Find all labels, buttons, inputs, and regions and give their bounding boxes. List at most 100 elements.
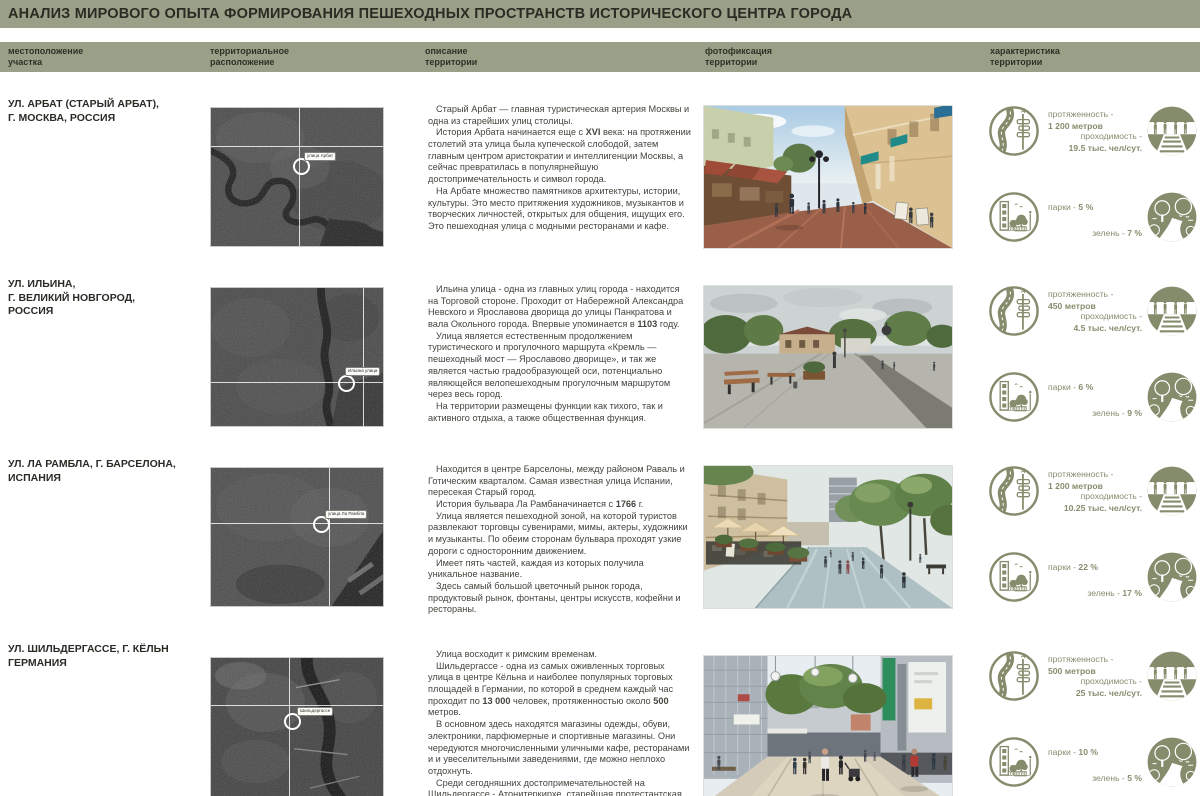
map-image: Ильина улица	[210, 287, 384, 427]
street-photo-rambla	[704, 466, 952, 608]
photo-image	[703, 465, 953, 609]
metric-label: протяженность -	[1048, 109, 1114, 119]
column-header-bar: местоположение участка территориальное р…	[0, 42, 1200, 72]
map-grid-line	[211, 705, 383, 706]
parks-metric: парки - 5 %	[1048, 202, 1158, 214]
green-icon	[1146, 736, 1198, 788]
traffic-metric: проходимость -10.25 тыс. чел/сут.	[1006, 491, 1142, 514]
metric-value: 6 %	[1078, 382, 1094, 392]
description-text: Ильина улица - одна из главных улиц горо…	[428, 284, 684, 423]
crosswalk-icon	[1146, 465, 1198, 517]
title-bar: АНАЛИЗ МИРОВОГО ОПЫТА ФОРМИРОВАНИЯ ПЕШЕХ…	[0, 0, 1200, 28]
metric-value: 25 тыс. чел/сут.	[1075, 687, 1142, 698]
map-label: Ильина улица	[345, 367, 381, 376]
column-header-description: описание территории	[425, 46, 478, 68]
row-title: УЛ. ЛА РАМБЛА, Г. БАРСЕЛОНА, ИСПАНИЯ	[8, 458, 176, 484]
map-grid-line	[329, 468, 330, 606]
metric-label: парки -	[1048, 382, 1079, 392]
metric-label: парки -	[1048, 747, 1079, 757]
crosswalk-icon	[1146, 285, 1198, 337]
column-header-territorial: территориальное расположение	[210, 46, 289, 68]
satellite-map-moscow	[211, 108, 383, 246]
length-metric: протяженность -1 200 метров	[1048, 469, 1148, 492]
metric-label: проходимость -	[1080, 131, 1142, 141]
metric-label: парки -	[1048, 562, 1079, 572]
description-text: Старый Арбат — главная туристическая арт…	[428, 104, 691, 231]
metric-value: 5 %	[1078, 202, 1094, 212]
map-marker	[338, 375, 355, 392]
description-text: Находится в центре Барселоны, между райо…	[428, 464, 688, 615]
crosswalk-icon	[1146, 105, 1198, 157]
metric-value: 22 %	[1078, 562, 1099, 572]
row-schildergasse: УЛ. ШИЛЬДЕРГАССЕ, Г. КЁЛЬН ГЕРМАНИЯ Шиль…	[0, 640, 1200, 796]
metric-label: проходимость -	[1080, 311, 1142, 321]
street-photo-ilyina	[704, 286, 952, 428]
map-label: Шильдергассе	[297, 707, 334, 716]
green-metric: зелень - 9 %	[1006, 408, 1142, 420]
map-image: улица Ла Рамбла	[210, 467, 384, 607]
metric-label: протяженность -	[1048, 469, 1114, 479]
metric-value: 7 %	[1127, 228, 1142, 238]
metric-label: парки -	[1048, 202, 1079, 212]
satellite-map-novgorod	[211, 288, 383, 426]
parks-metric: парки - 10 %	[1048, 747, 1158, 759]
green-icon	[1146, 191, 1198, 243]
traffic-metric: проходимость -4.5 тыс. чел/сут.	[1006, 311, 1142, 334]
map-label: улица Арбат	[304, 152, 337, 161]
metric-value: 17 %	[1122, 588, 1142, 598]
green-metric: зелень - 17 %	[1006, 588, 1142, 600]
map-grid-line	[299, 108, 300, 246]
street-photo-arbat	[704, 106, 952, 248]
row-ilyina: УЛ. ИЛЬИНА, Г. ВЕЛИКИЙ НОВГОРОД, РОССИЯ …	[0, 275, 1200, 455]
column-header-location: местоположение участка	[8, 46, 84, 68]
metric-value: 9 %	[1127, 408, 1142, 418]
length-metric: протяженность -450 метров	[1048, 289, 1148, 312]
photo-image	[703, 105, 953, 249]
metric-label: зелень -	[1087, 588, 1123, 598]
photo-image	[703, 285, 953, 429]
traffic-metric: проходимость -19.5 тыс. чел/сут.	[1006, 131, 1142, 154]
column-header-photo: фотофиксация территории	[705, 46, 773, 68]
parks-metric: парки - 22 %	[1048, 562, 1158, 574]
metric-value: 5 %	[1127, 773, 1142, 783]
row-rambla: УЛ. ЛА РАМБЛА, Г. БАРСЕЛОНА, ИСПАНИЯ ули…	[0, 455, 1200, 635]
metric-label: зелень -	[1092, 773, 1128, 783]
map-image: Шильдергассе	[210, 657, 384, 796]
metric-label: протяженность -	[1048, 654, 1114, 664]
length-metric: протяженность -500 метров	[1048, 654, 1148, 677]
map-grid-line	[211, 523, 383, 524]
traffic-metric: проходимость -25 тыс. чел/сут.	[1006, 676, 1142, 699]
column-header-characteristics: характеристика территории	[990, 46, 1060, 68]
green-metric: зелень - 5 %	[1006, 773, 1142, 785]
metric-label: проходимость -	[1080, 491, 1142, 501]
metric-value: 10.25 тыс. чел/сут.	[1063, 502, 1142, 513]
metric-value: 19.5 тыс. чел/сут.	[1068, 142, 1142, 153]
row-title: УЛ. ШИЛЬДЕРГАССЕ, Г. КЁЛЬН ГЕРМАНИЯ	[8, 643, 169, 669]
map-image: улица Арбат	[210, 107, 384, 247]
map-grid-line	[363, 288, 364, 426]
map-grid-line	[211, 146, 383, 147]
description-text: Улица восходит к римским временам. Шильде…	[428, 649, 690, 796]
satellite-map-barcelona	[211, 468, 383, 606]
row-arbat: УЛ. АРБАТ (СТАРЫЙ АРБАТ), Г. МОСКВА, РОС…	[0, 95, 1200, 275]
metric-label: протяженность -	[1048, 289, 1114, 299]
green-icon	[1146, 551, 1198, 603]
metric-value: 4.5 тыс. чел/сут.	[1073, 322, 1142, 333]
page-title: АНАЛИЗ МИРОВОГО ОПЫТА ФОРМИРОВАНИЯ ПЕШЕХ…	[8, 6, 853, 22]
metric-label: зелень -	[1092, 228, 1128, 238]
row-title: УЛ. ИЛЬИНА, Г. ВЕЛИКИЙ НОВГОРОД, РОССИЯ	[8, 278, 135, 318]
length-metric: протяженность -1 200 метров	[1048, 109, 1148, 132]
photo-image	[703, 655, 953, 796]
row-title: УЛ. АРБАТ (СТАРЫЙ АРБАТ), Г. МОСКВА, РОС…	[8, 98, 159, 124]
crosswalk-icon	[1146, 650, 1198, 702]
analysis-board: АНАЛИЗ МИРОВОГО ОПЫТА ФОРМИРОВАНИЯ ПЕШЕХ…	[0, 0, 1200, 796]
metric-value: 10 %	[1078, 747, 1099, 757]
green-metric: зелень - 7 %	[1006, 228, 1142, 240]
green-icon	[1146, 371, 1198, 423]
metric-label: зелень -	[1092, 408, 1128, 418]
street-photo-schildergasse	[704, 656, 952, 796]
map-label: улица Ла Рамбла	[325, 510, 368, 519]
metric-label: проходимость -	[1080, 676, 1142, 686]
parks-metric: парки - 6 %	[1048, 382, 1158, 394]
map-grid-line	[211, 382, 383, 383]
